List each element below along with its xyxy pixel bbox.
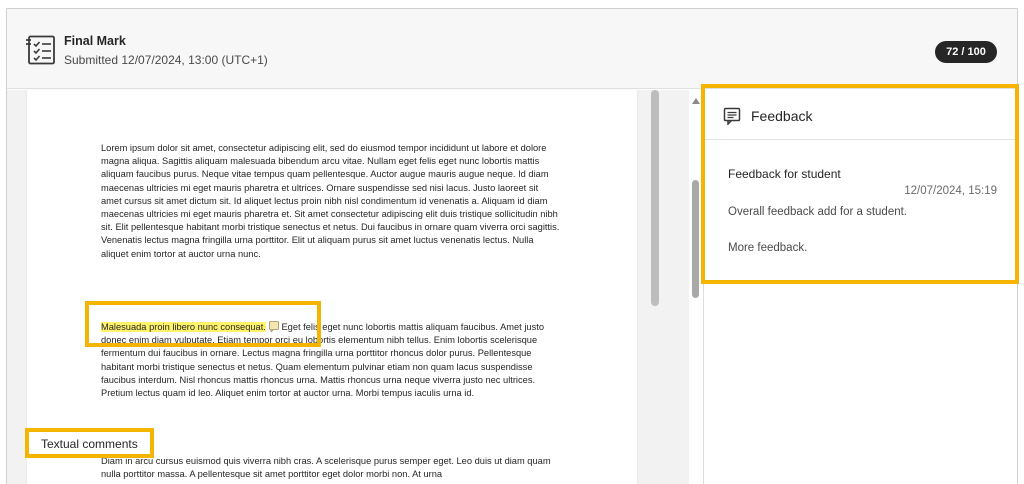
final-mark-title: Final Mark (64, 34, 126, 48)
grade-header: Final Mark Submitted 12/07/2024, 13:00 (… (7, 9, 1017, 89)
scroll-up-arrow-icon[interactable] (692, 98, 700, 104)
score-badge[interactable]: 72 / 100 (935, 41, 997, 63)
document-scrollbar[interactable] (651, 90, 659, 484)
document-paragraph-1: Lorem ipsum dolor sit amet, consectetur … (101, 143, 560, 259)
textual-comments-callout: Textual comments (25, 428, 154, 458)
document-viewer[interactable]: Lorem ipsum dolor sit amet, consectetur … (7, 90, 689, 484)
page-scrollbar-thumb[interactable] (692, 180, 699, 298)
rubric-checklist-icon (26, 35, 55, 65)
feedback-callout-box (701, 84, 1019, 284)
textual-comments-label: Textual comments (41, 437, 138, 451)
document-scrollbar-thumb[interactable] (651, 90, 659, 306)
document-paragraph-3: Diam in arcu cursus euismod quis viverra… (101, 456, 551, 480)
highlight-callout-box (85, 301, 321, 347)
submitted-date: Submitted 12/07/2024, 13:00 (UTC+1) (64, 53, 268, 67)
document-page: Lorem ipsum dolor sit amet, consectetur … (27, 90, 637, 484)
